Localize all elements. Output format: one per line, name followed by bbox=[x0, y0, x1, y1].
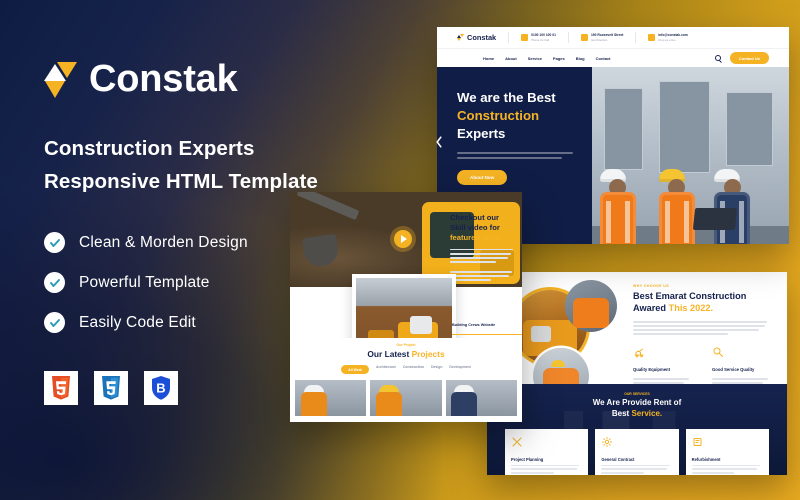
body-paragraph bbox=[633, 320, 773, 336]
feature-label: Clean & Morden Design bbox=[79, 233, 248, 251]
brand-logo: Constak bbox=[44, 56, 424, 102]
mail-icon bbox=[648, 34, 656, 41]
skill-text-block: OUR SKILL Checkout our Skill video for f… bbox=[450, 206, 522, 281]
accordion-label: Building Crews Website bbox=[452, 323, 496, 327]
mockup-brand: Constak bbox=[457, 33, 496, 43]
services-eyebrow: OUR SERVICES bbox=[624, 392, 650, 396]
award-feature-list: Quality Equipment Good Service Quality bbox=[633, 345, 773, 389]
list-item: Powerful Template bbox=[44, 272, 424, 294]
section-eyebrow: WHY CHOOSE US bbox=[633, 284, 670, 288]
feature-title: Good Service Quality bbox=[712, 367, 755, 373]
search-icon[interactable] bbox=[714, 55, 721, 61]
service-card-title: Project Planning bbox=[511, 456, 544, 462]
gear-icon bbox=[602, 436, 613, 447]
contact-value: 190 Roosevelt Street bbox=[590, 33, 624, 37]
hero-line-2: Construction bbox=[457, 107, 540, 123]
nav-item-contact[interactable]: Contact bbox=[596, 56, 611, 61]
feature-label: Powerful Template bbox=[79, 273, 210, 291]
feature-label: Easily Code Edit bbox=[79, 313, 196, 331]
phone-icon bbox=[521, 34, 529, 41]
service-quality-icon bbox=[713, 347, 723, 358]
feature-list: Clean & Morden Design Powerful Template … bbox=[44, 232, 424, 334]
list-item: Clean & Morden Design bbox=[44, 232, 424, 254]
award-section: WHY CHOOSE US Best Emarat Construction A… bbox=[487, 272, 787, 412]
project-thumbnail[interactable] bbox=[445, 380, 517, 417]
title-line-1: Best Emarat Construction bbox=[633, 291, 747, 301]
contact-value: info@constak.com bbox=[658, 33, 688, 37]
feature-title: Quality Equipment bbox=[633, 367, 670, 373]
title-highlight: This 2022. bbox=[668, 302, 714, 313]
check-circle-icon bbox=[44, 272, 65, 294]
feature-quality-equipment: Quality Equipment bbox=[633, 345, 694, 389]
title-highlight: featured work. bbox=[450, 232, 502, 242]
main-navigation: Home About Service Pages Blog Contact Co… bbox=[437, 48, 789, 67]
services-title-highlight: Service. bbox=[631, 408, 663, 418]
services-line-1: We Are Provide Rent of bbox=[592, 398, 682, 407]
contact-phone[interactable]: 0100 100 100 01 Phone Us Call bbox=[521, 33, 556, 42]
tab-development[interactable]: Development bbox=[449, 365, 470, 374]
equipment-icon bbox=[634, 348, 644, 358]
mockup-award-page[interactable]: WHY CHOOSE US Best Emarat Construction A… bbox=[487, 272, 787, 475]
section-title: Best Emarat Construction Awared This 202… bbox=[633, 291, 773, 315]
css3-icon bbox=[94, 371, 128, 406]
tech-badge-list: B bbox=[44, 371, 424, 406]
topbar: Constak 0100 100 100 01 Phone Us Call 19… bbox=[437, 27, 789, 48]
nav-item-pages[interactable]: Pages bbox=[553, 56, 565, 61]
nav-item-home[interactable]: Home bbox=[483, 56, 494, 61]
service-card-title: Refurbishment bbox=[691, 456, 721, 462]
page-title: Construction Experts Responsive HTML Tem… bbox=[44, 137, 318, 194]
check-circle-icon bbox=[44, 232, 65, 254]
hero-cta-button[interactable]: About Now bbox=[457, 170, 508, 186]
tools-icon bbox=[512, 437, 522, 447]
hero-paragraph bbox=[457, 151, 592, 160]
check-circle-icon bbox=[44, 312, 65, 334]
hero-photo bbox=[591, 67, 789, 244]
nav-item-about[interactable]: About bbox=[505, 56, 517, 61]
location-icon bbox=[580, 34, 588, 41]
body-paragraph bbox=[450, 248, 516, 281]
service-card-project-planning[interactable]: Project Planning bbox=[505, 428, 589, 475]
contact-address[interactable]: 190 Roosevelt Street Get Direction bbox=[580, 33, 624, 42]
html5-icon bbox=[44, 371, 78, 406]
award-image-collage bbox=[509, 280, 617, 404]
hero-line-1: We are the Best bbox=[457, 90, 556, 105]
divider bbox=[508, 32, 510, 43]
divider bbox=[567, 32, 569, 43]
service-card-list: Project Planning General Contract Refurb… bbox=[487, 428, 787, 475]
service-card-general-contract[interactable]: General Contract bbox=[595, 428, 679, 475]
nav-item-blog[interactable]: Blog bbox=[576, 56, 585, 61]
services-section: OUR SERVICES We Are Provide Rent of Best… bbox=[487, 384, 787, 475]
title-line-2: Awared bbox=[633, 302, 667, 313]
carousel-prev-arrow[interactable] bbox=[434, 135, 443, 149]
service-card-title: General Contract bbox=[601, 456, 635, 462]
contact-us-button[interactable]: Contact Us bbox=[729, 52, 769, 64]
hero-heading: We are the Best Construction Experts bbox=[457, 89, 592, 143]
hero-line-3: Experts bbox=[457, 125, 506, 141]
title-line-1: Checkout our Skill video for bbox=[450, 213, 500, 232]
tab-design[interactable]: Design bbox=[431, 365, 442, 374]
contact-email[interactable]: info@constak.com Drop us a line bbox=[648, 33, 688, 42]
contact-caption: Phone Us Call bbox=[531, 38, 550, 42]
triangle-logo-icon bbox=[44, 56, 77, 102]
section-title: Checkout our Skill video for featured wo… bbox=[450, 213, 516, 243]
service-card-refurbishment[interactable]: Refurbishment bbox=[685, 428, 769, 475]
divider bbox=[635, 32, 637, 43]
feature-service-quality: Good Service Quality bbox=[712, 345, 773, 389]
services-line-2: Best bbox=[611, 408, 630, 418]
refurbish-icon bbox=[693, 437, 702, 446]
contact-caption: Get Direction bbox=[590, 38, 608, 42]
mockup-brand-name: Constak bbox=[467, 33, 497, 42]
nav-item-service[interactable]: Service bbox=[528, 56, 542, 61]
svg-text:B: B bbox=[156, 381, 165, 396]
services-title: We Are Provide Rent of Best Service. bbox=[487, 398, 787, 420]
promo-left-panel: Constak Construction Experts Responsive … bbox=[44, 56, 424, 406]
contact-value: 0100 100 100 01 bbox=[531, 33, 556, 37]
section-eyebrow: OUR SKILL bbox=[450, 206, 473, 210]
list-item: Easily Code Edit bbox=[44, 312, 424, 334]
brand-name: Constak bbox=[89, 58, 238, 100]
contact-caption: Drop us a line bbox=[658, 38, 676, 42]
bootstrap-icon: B bbox=[144, 371, 178, 406]
accordion-item[interactable]: Building Crews Website bbox=[452, 310, 522, 335]
